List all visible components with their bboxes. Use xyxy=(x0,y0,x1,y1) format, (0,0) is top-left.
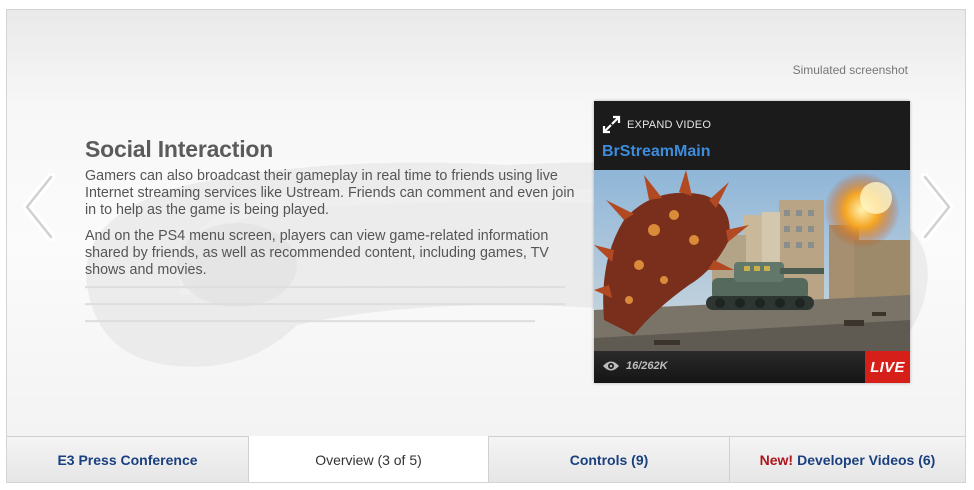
chevron-left-icon xyxy=(22,172,56,242)
chevron-right-icon xyxy=(920,172,954,242)
next-slide-button[interactable] xyxy=(919,172,957,242)
previous-slide-button[interactable] xyxy=(19,172,57,242)
carousel-tabs: E3 Press Conference Overview (3 of 5) Co… xyxy=(7,436,965,482)
live-stream-player: EXPAND VIDEO BrStreamMain 16/262K LIVE xyxy=(594,101,910,383)
faded-text-line: ▁▁▁▁▁▁▁▁▁▁▁▁▁▁▁▁▁▁▁▁▁▁▁▁▁▁▁▁▁▁▁▁▁▁▁▁▁▁▁▁… xyxy=(85,290,565,305)
simulated-screenshot-caption: Simulated screenshot xyxy=(792,63,908,77)
tab-label: Controls (9) xyxy=(569,451,649,468)
video-frame[interactable] xyxy=(594,170,910,351)
feature-carousel: Simulated screenshot Social Interaction … xyxy=(6,9,966,483)
tab-overview[interactable]: Overview (3 of 5) xyxy=(249,436,489,482)
slide-title: Social Interaction xyxy=(85,136,274,162)
expand-arrows-icon xyxy=(602,115,621,134)
expand-video-label: EXPAND VIDEO xyxy=(627,118,712,131)
tab-e3-press-conference[interactable]: E3 Press Conference xyxy=(7,437,249,482)
tab-label: Overview (3 of 5) xyxy=(315,451,422,468)
viewer-count: 16/262K xyxy=(602,360,668,372)
eye-icon xyxy=(603,361,619,371)
tab-developer-videos[interactable]: New! Developer Videos (6) xyxy=(730,437,965,482)
stream-name-link[interactable]: BrStreamMain xyxy=(602,143,710,161)
carousel-slide: Simulated screenshot Social Interaction … xyxy=(7,10,965,436)
description-paragraph: And on the PS4 menu screen, players can … xyxy=(85,228,549,278)
tab-controls[interactable]: Controls (9) xyxy=(489,437,730,482)
live-badge: LIVE xyxy=(865,351,910,383)
slide-description: Gamers can also broadcast their gameplay… xyxy=(85,168,580,288)
tab-label: Developer Videos (6) xyxy=(797,451,936,468)
description-paragraph: Gamers can also broadcast their gameplay… xyxy=(85,168,575,218)
faded-text-line: ▁▁▁▁▁▁▁▁▁▁▁▁▁▁▁▁▁▁▁▁▁▁▁▁▁▁▁▁▁▁▁▁▁▁▁▁▁▁▁▁… xyxy=(85,307,535,322)
video-status-bar: 16/262K LIVE xyxy=(594,351,910,383)
tab-label: E3 Press Conference xyxy=(57,451,198,468)
viewer-count-text: 16/262K xyxy=(626,360,668,372)
expand-video-button[interactable]: EXPAND VIDEO xyxy=(602,115,711,134)
gameplay-video-image xyxy=(594,170,910,351)
new-flag: New! xyxy=(759,451,794,468)
